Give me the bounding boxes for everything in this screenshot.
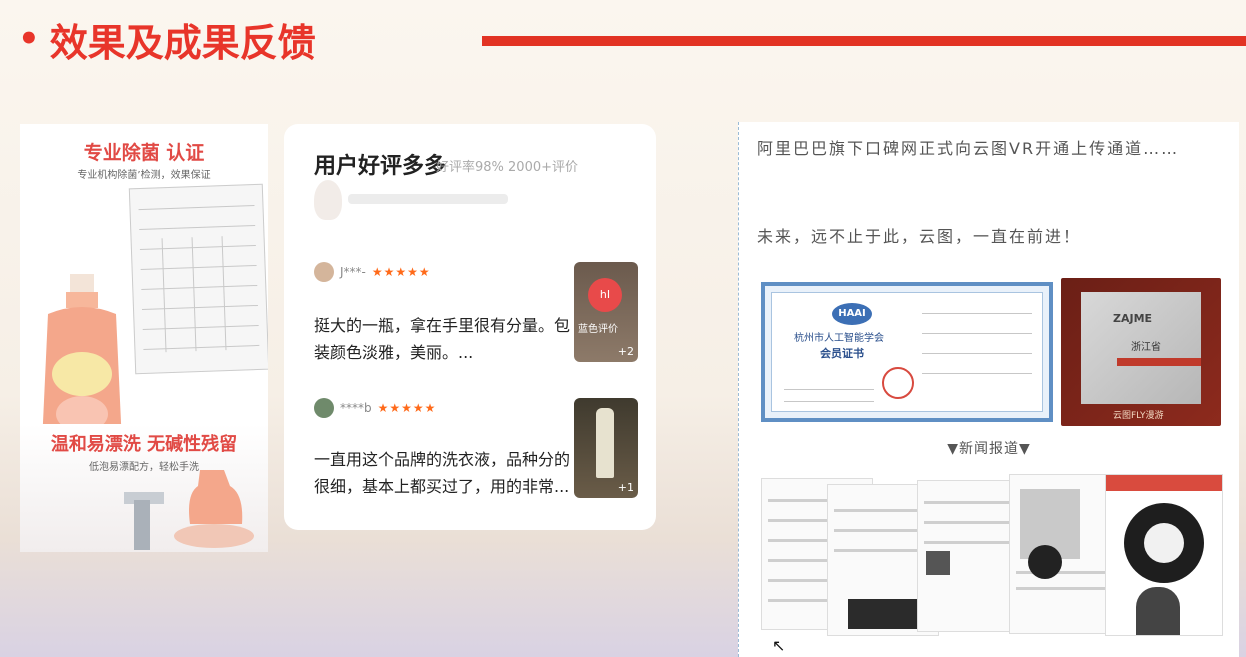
review-username: J***- — [340, 265, 366, 279]
thumb-label: 蓝色评价 — [578, 324, 618, 335]
certificate-document-image — [128, 183, 268, 375]
news-paragraph-2: 未来，远不止于此，云图，一直在前进！ — [757, 227, 1082, 246]
product-image-panel: 专业除菌 认证 专业机构除菌’检测，效果保证 温和易漂洗 无碱性残留 低泡易漂配… — [20, 124, 268, 552]
award-plaque: ZAJME 浙江省 云图FLY漫游 — [1061, 278, 1221, 426]
news-clipping — [917, 480, 1019, 632]
plaque-footer: 云图FLY漫游 — [1113, 411, 1164, 421]
mouse-cursor-icon: ↖ — [772, 636, 786, 655]
faded-review-line — [348, 194, 508, 204]
photo-count-badge: +2 — [617, 345, 634, 358]
avatar — [314, 262, 334, 282]
news-paragraph-1: 阿里巴巴旗下口碑网正式向云图VR开通上传通道…… — [757, 139, 1180, 158]
certificate-title: 会员证书 — [820, 347, 864, 360]
news-section-header: ▼新闻报道▼ — [947, 441, 1031, 457]
review-photo-thumbnail[interactable]: hI 蓝色评价 +2 — [574, 262, 638, 362]
news-panel: 阿里巴巴旗下口碑网正式向云图VR开通上传通道…… 未来，远不止于此，云图，一直在… — [738, 122, 1239, 657]
plaque-red-band — [1117, 358, 1201, 366]
review-text: 挺大的一瓶，拿在手里很有分量。包装颜色淡雅，美丽。... — [314, 316, 571, 362]
reviews-panel: 用户好评多多 好评率98% 2000+评价 J***- ★★★★★ 挺大的一瓶，… — [284, 124, 656, 530]
reviews-title: 用户好评多多 — [314, 154, 447, 179]
bullet: • — [18, 19, 40, 59]
star-rating: ★★★★★ — [371, 265, 431, 279]
news-clippings-collage — [761, 474, 1223, 636]
review-user-row: ****b ★★★★★ — [314, 398, 436, 418]
product-headline-2: 温和易漂洗 无碱性残留 — [50, 434, 238, 455]
product-subline-1: 专业机构除菌’检测，效果保证 — [77, 170, 211, 181]
avatar — [314, 398, 334, 418]
faucet-and-bottle-image — [124, 470, 254, 550]
review-user-row: J***- ★★★★★ — [314, 262, 431, 282]
photo-brand-icon: hI — [588, 278, 622, 312]
title-divider — [482, 36, 1246, 46]
slide-title-text: 效果及成果反馈 — [49, 20, 316, 65]
certificate-org: 杭州市人工智能学会 — [794, 333, 884, 344]
membership-certificate: HAAI 杭州市人工智能学会 会员证书 — [761, 282, 1053, 422]
review-text: 一直用这个品牌的洗衣液，品种分的很细，基本上都买过了，用的非常... — [314, 450, 571, 496]
photo-count-badge: +1 — [617, 481, 634, 494]
bottle-icon — [596, 408, 614, 478]
slide-title: • 效果及成果反馈 — [18, 14, 316, 65]
plaque-province: 浙江省 — [1131, 342, 1161, 353]
product-headline-1: 专业除菌 认证 — [83, 142, 205, 164]
seal-icon — [882, 367, 914, 399]
plaque-brand: ZAJME — [1113, 312, 1153, 325]
faded-avatar — [314, 180, 342, 220]
news-clipping — [1105, 474, 1223, 636]
reviews-summary: 好评率98% 2000+评价 — [436, 160, 579, 175]
star-rating: ★★★★★ — [377, 401, 437, 415]
haai-logo: HAAI — [832, 303, 872, 325]
review-photo-thumbnail[interactable]: +1 — [574, 398, 638, 498]
review-username: ****b — [340, 401, 372, 415]
product-bottom-section: 温和易漂洗 无碱性残留 低泡易漂配方，轻松手洗 — [20, 424, 268, 552]
